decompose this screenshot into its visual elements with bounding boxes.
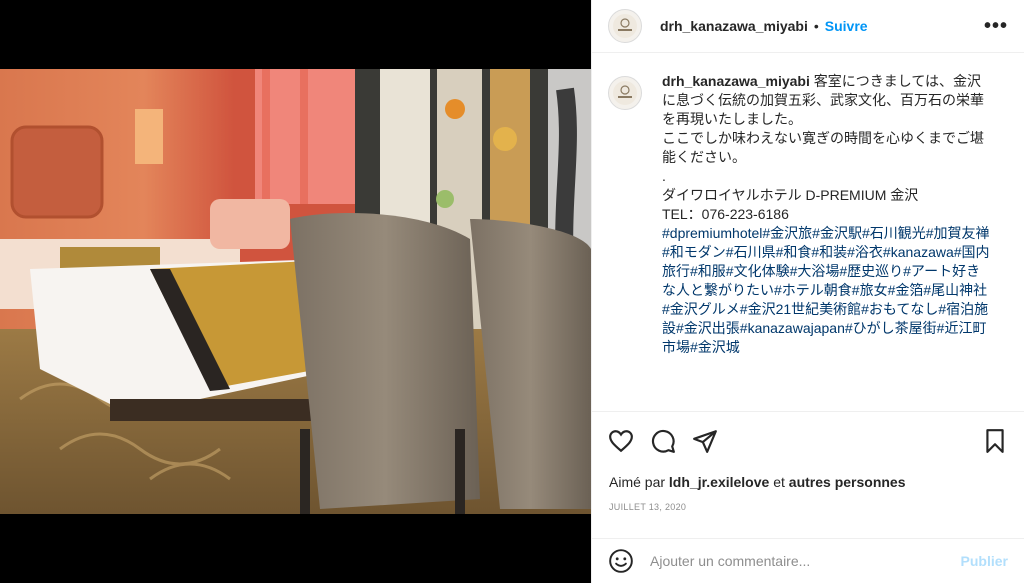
publish-button[interactable]: Publier <box>961 553 1008 569</box>
caption-area: drh_kanazawa_miyabi 客室につきましては、金沢に息づく伝統の加… <box>592 54 1024 412</box>
post-panel: drh_kanazawa_miyabi • Suivre ••• drh_kan… <box>591 0 1024 583</box>
likes-others[interactable]: autres personnes <box>789 474 906 490</box>
hotel-logo-icon <box>613 81 637 105</box>
comment-input[interactable] <box>650 553 940 569</box>
comment-icon[interactable] <box>650 428 676 454</box>
post-username[interactable]: drh_kanazawa_miyabi <box>660 18 808 34</box>
post-header: drh_kanazawa_miyabi • Suivre ••• <box>592 0 1024 53</box>
caption-line: . <box>662 168 666 184</box>
hotel-logo-icon <box>613 14 637 38</box>
separator-dot: • <box>813 18 819 34</box>
likes-middle: et <box>773 474 785 490</box>
hashtags[interactable]: #dpremiumhotel#金沢旅#金沢駅#石川観光#加賀友禅#和モダン#石川… <box>662 224 992 357</box>
caption-line: TEL：076-223-6186 <box>662 206 789 222</box>
heart-icon[interactable] <box>608 428 634 454</box>
likes-user[interactable]: ldh_jr.exilelove <box>669 474 769 490</box>
likes-text: Aimé par ldh_jr.exilelove et autres pers… <box>609 474 906 490</box>
caption-line: ここでしか味わえない寛ぎの時間を心ゆくまでご堪能ください。 <box>662 130 984 165</box>
likes-prefix: Aimé par <box>609 474 666 490</box>
comment-bar: Publier <box>592 538 1024 583</box>
post-date[interactable]: JUILLET 13, 2020 <box>609 502 686 512</box>
share-icon[interactable] <box>692 428 718 454</box>
media-pane <box>0 0 591 583</box>
hotel-room-image <box>0 69 591 514</box>
caption-row: drh_kanazawa_miyabi 客室につきましては、金沢に息づく伝統の加… <box>608 72 1008 357</box>
action-bar <box>608 426 1008 456</box>
emoji-icon[interactable] <box>608 548 634 574</box>
more-options-icon[interactable]: ••• <box>984 15 1008 38</box>
follow-button[interactable]: Suivre <box>825 18 868 34</box>
post-photo[interactable] <box>0 69 591 514</box>
caption-avatar[interactable] <box>608 76 642 110</box>
caption-username[interactable]: drh_kanazawa_miyabi <box>662 73 810 89</box>
avatar[interactable] <box>608 9 642 43</box>
caption-line: ダイワロイヤルホテル D-PREMIUM 金沢 <box>662 187 919 203</box>
bookmark-icon[interactable] <box>982 428 1008 454</box>
caption-text: drh_kanazawa_miyabi 客室につきましては、金沢に息づく伝統の加… <box>662 72 992 357</box>
